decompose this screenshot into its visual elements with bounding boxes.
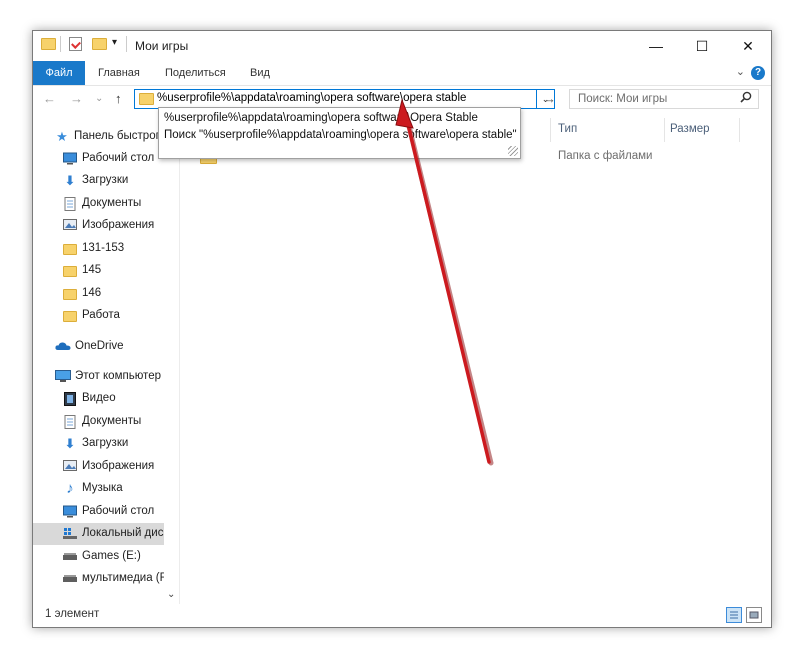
annotation-arrow xyxy=(395,98,494,466)
